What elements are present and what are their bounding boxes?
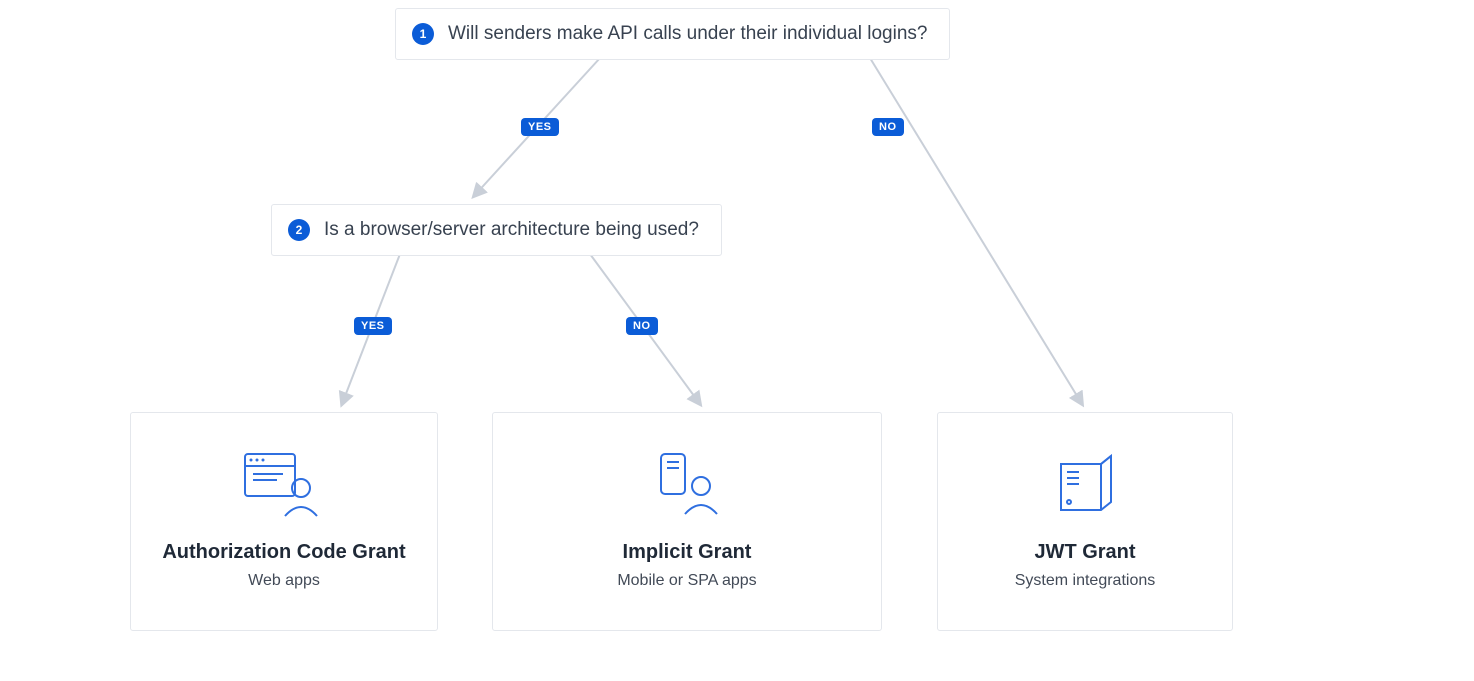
mobile-user-icon bbox=[513, 443, 861, 523]
d2-yes-pill: YES bbox=[354, 317, 392, 335]
browser-user-icon bbox=[151, 443, 417, 523]
server-icon bbox=[958, 443, 1212, 523]
d2-no-pill: NO bbox=[626, 317, 658, 335]
card-jwt-subtitle: System integrations bbox=[958, 572, 1212, 590]
decision-2-box: 2 Is a browser/server architecture being… bbox=[271, 204, 722, 256]
card-implicit-grant: Implicit Grant Mobile or SPA apps bbox=[492, 412, 882, 631]
decision-2-number: 2 bbox=[288, 219, 310, 241]
decision-2-text: Is a browser/server architecture being u… bbox=[324, 219, 699, 241]
flowchart-stage: 1 Will senders make API calls under thei… bbox=[0, 0, 1474, 681]
card-jwt-grant: JWT Grant System integrations bbox=[937, 412, 1233, 631]
d1-yes-pill: YES bbox=[521, 118, 559, 136]
card-auth-code-grant: Authorization Code Grant Web apps bbox=[130, 412, 438, 631]
card-auth-subtitle: Web apps bbox=[151, 572, 417, 590]
d1-no-pill: NO bbox=[872, 118, 904, 136]
decision-1-box: 1 Will senders make API calls under thei… bbox=[395, 8, 950, 60]
decision-1-text: Will senders make API calls under their … bbox=[448, 23, 927, 45]
decision-1-number: 1 bbox=[412, 23, 434, 45]
card-auth-title: Authorization Code Grant bbox=[151, 541, 417, 564]
card-implicit-subtitle: Mobile or SPA apps bbox=[513, 572, 861, 590]
card-jwt-title: JWT Grant bbox=[958, 541, 1212, 564]
card-implicit-title: Implicit Grant bbox=[513, 541, 861, 564]
